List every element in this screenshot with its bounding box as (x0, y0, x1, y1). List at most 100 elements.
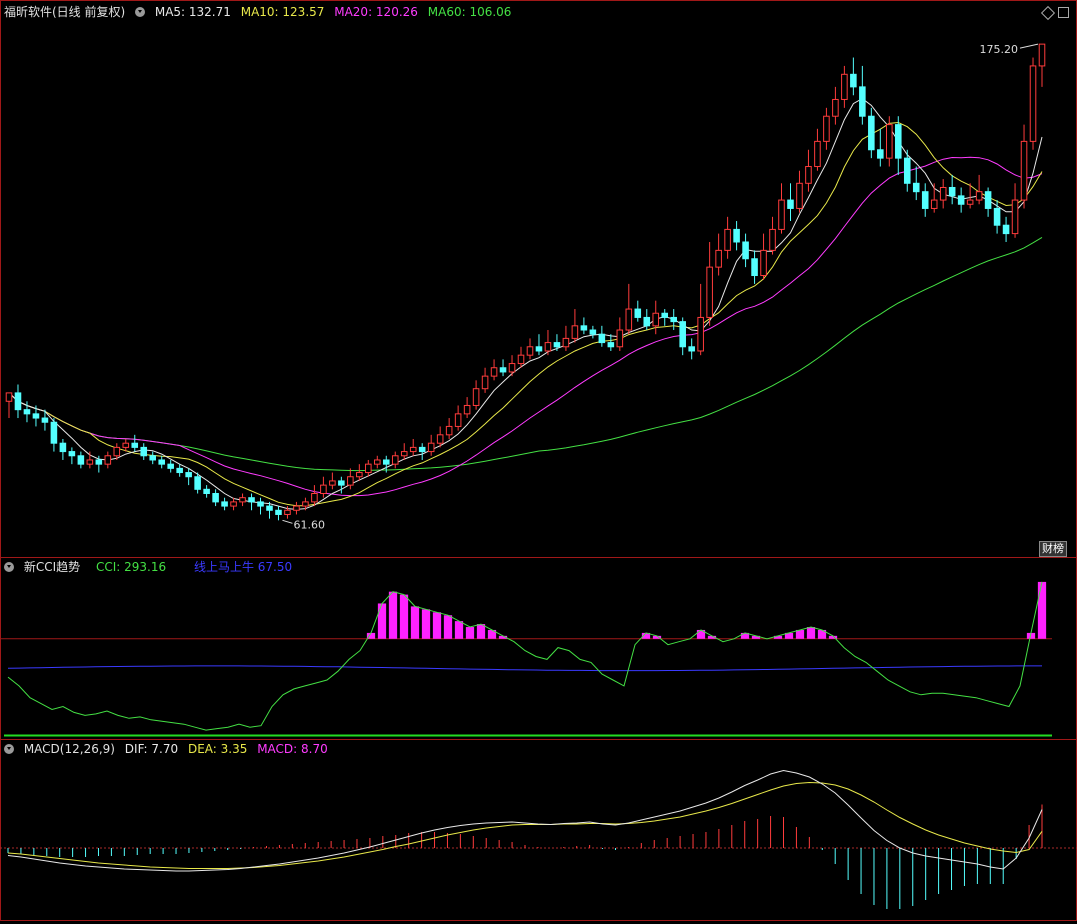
candle-body-down (41, 417, 49, 423)
candle-body-up (508, 363, 516, 373)
candle-body-down (634, 308, 642, 318)
candle-body-up (230, 501, 237, 507)
ma5-line (8, 98, 1043, 510)
candle-body-down (643, 316, 651, 327)
candle-body-up (571, 325, 579, 339)
candle-body-down (1002, 224, 1010, 235)
candle-body-up (706, 266, 713, 318)
cci-bar (465, 627, 475, 639)
candle-body-down (382, 459, 390, 465)
dea-value: DEA: 3.35 (187, 742, 248, 756)
dropdown-circle-icon[interactable] (4, 562, 14, 572)
candle-body-up (104, 455, 112, 465)
candle-body-up (562, 337, 570, 348)
candle-body-down (257, 501, 264, 507)
candle-body-down (32, 413, 40, 419)
candle-body-up (1011, 199, 1019, 235)
candle-body-down (868, 115, 875, 151)
candle-body-up (823, 115, 830, 142)
candle-body-down (95, 459, 103, 465)
candle-body-down (742, 241, 749, 260)
candle-body-down (598, 333, 606, 344)
candle-body-up (356, 472, 363, 478)
main-panel-title: 福昕软件(日线 前复权) (4, 5, 126, 19)
candle-body-up (239, 497, 246, 503)
candle-body-up (886, 124, 893, 159)
candle-body-down (14, 392, 22, 411)
candle-body-down (176, 467, 183, 474)
dif-value: DIF: 7.70 (124, 742, 179, 756)
candle-body-up (814, 140, 821, 168)
candle-body-down (275, 509, 282, 515)
candle-body-down (787, 199, 794, 209)
candle-body-up (427, 442, 435, 453)
candle-body-up (769, 228, 776, 251)
low-label: 61.60 (293, 518, 325, 531)
candle-body-up (966, 199, 974, 205)
high-label: 175.20 (980, 43, 1019, 56)
candle-body-up (320, 484, 327, 495)
candle-body-down (921, 191, 929, 209)
cci-bar (388, 591, 398, 639)
candle-body-up (113, 446, 121, 457)
macd-panel-title: MACD(12,26,9) (23, 742, 115, 756)
ma10-value: MA10: 123.57 (240, 5, 325, 19)
candle-body-up (293, 505, 300, 511)
candle-body-up (391, 455, 399, 465)
cci-bar (476, 624, 486, 639)
maximize-icon[interactable] (1058, 7, 1069, 18)
candle-body-down (850, 73, 857, 88)
cci-bar (454, 621, 464, 639)
candle-body-up (760, 249, 767, 277)
cci-bar (443, 615, 453, 639)
candle-body-up (625, 308, 633, 331)
candle-body-down (859, 86, 866, 117)
cci-bar (806, 627, 816, 639)
candle-body-up (1029, 65, 1037, 142)
candle-body-up (832, 98, 839, 117)
macd-panel-header: MACD(12,26,9) DIF: 7.70 DEA: 3.35 MACD: … (4, 741, 334, 757)
candle-body-up (284, 509, 291, 515)
caibang-badge[interactable]: 财榜 (1039, 541, 1067, 557)
candle-body-down (751, 258, 758, 277)
candle-body-up (841, 73, 848, 100)
candle-body-down (418, 446, 426, 453)
candle-body-down (661, 312, 669, 318)
cci-bar (795, 629, 805, 639)
candle-body-up (544, 342, 552, 352)
candle-body-down (535, 346, 543, 352)
candle-body-down (688, 346, 695, 352)
candle-body-up (347, 476, 354, 486)
cci-bar (377, 603, 387, 639)
ma20-value: MA20: 120.26 (334, 5, 418, 19)
candle-body-down (149, 455, 157, 461)
candle-body-up (724, 228, 731, 251)
candle-body-up (939, 186, 947, 201)
candle-body-down (499, 367, 507, 373)
cci-base-line (7, 665, 1042, 672)
candle-body-up (122, 442, 130, 448)
chart-canvas[interactable]: 175.20 61.60 (0, 0, 1077, 921)
candle-body-down (589, 329, 597, 335)
cci-base-value: 线上马上牛 67.50 (193, 560, 293, 574)
candle-body-down (607, 342, 615, 348)
candle-body-up (400, 451, 408, 457)
dropdown-circle-icon[interactable] (135, 7, 146, 17)
dropdown-circle-icon[interactable] (4, 744, 14, 754)
stock-chart[interactable]: 175.20 61.60 (0, 0, 1077, 921)
candle-body-up (1038, 43, 1046, 67)
candle-body-up (409, 446, 417, 453)
candle-body-down (912, 182, 920, 193)
cci-bar (399, 594, 409, 639)
cci-bar (432, 612, 442, 639)
candle-body-up (1020, 140, 1028, 201)
candle-body-down (221, 501, 228, 507)
candle-body-up (517, 354, 525, 365)
cci-bar (421, 609, 431, 639)
candle-body-down (948, 186, 956, 197)
candle-body-up (374, 459, 381, 465)
candle-body-down (679, 321, 686, 348)
candle-body-down (131, 442, 139, 448)
candle-body-down (77, 455, 85, 465)
candle-body-down (903, 157, 911, 184)
